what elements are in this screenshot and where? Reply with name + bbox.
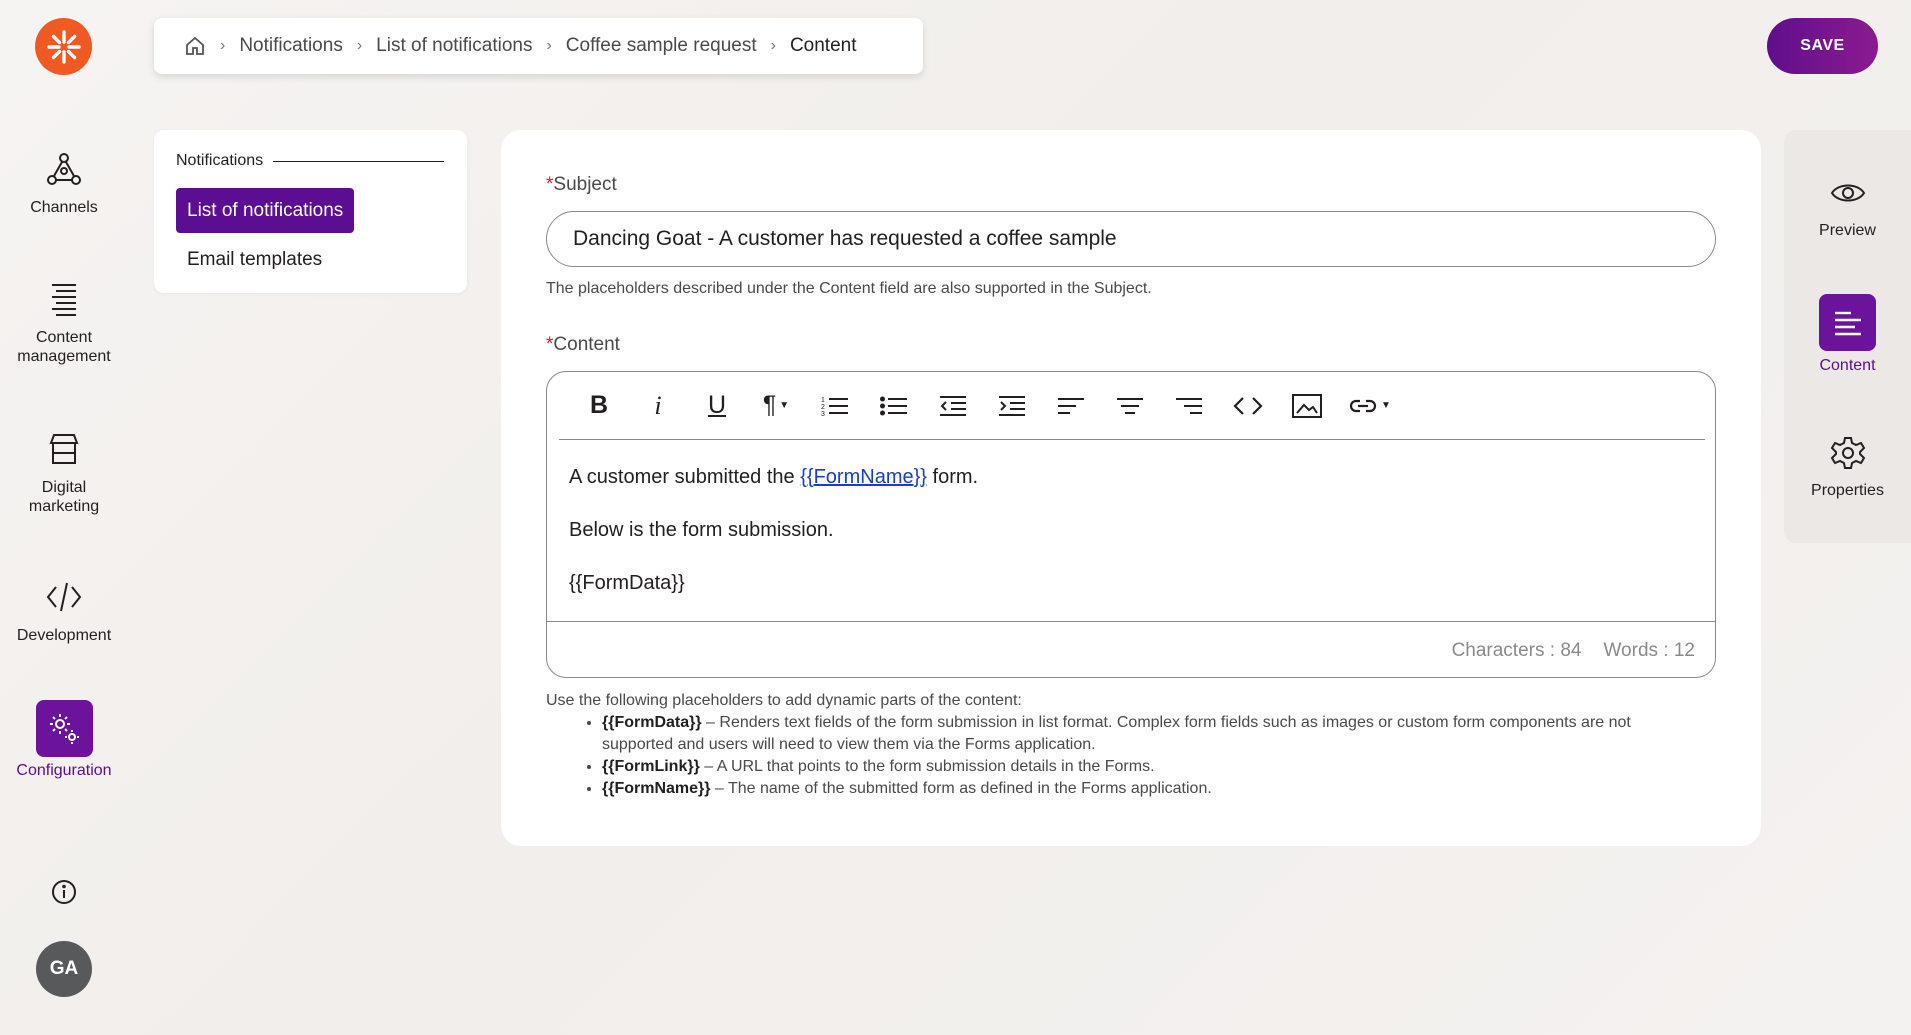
rail-label: Content [1819,357,1876,374]
chevron-right-icon: › [356,37,363,54]
content-management-icon [43,278,85,320]
word-count: Words : 12 [1603,639,1695,661]
subject-input[interactable] [546,211,1716,267]
nav-label: Configuration [16,762,112,779]
align-center-icon[interactable] [1112,388,1148,424]
content-label: *Content [546,334,620,356]
indent-icon[interactable] [994,388,1030,424]
subject-label-text: Subject [553,174,617,195]
align-right-icon[interactable] [1171,388,1207,424]
help-token: {{FormLink}} [602,758,700,775]
insert-image-icon[interactable] [1289,388,1325,424]
nav-label: Development [16,627,112,644]
text-run: A customer submitted the [569,466,801,488]
paragraph-format-icon[interactable]: ¶ ▼ [758,388,794,424]
editor-paragraph: A customer submitted the {{FormName}} fo… [569,465,978,489]
help-text: – Renders text fields of the form submis… [602,714,1631,753]
help-intro: Use the following placeholders to add dy… [546,692,1022,709]
help-text: – A URL that points to the form submissi… [699,758,1155,775]
italic-icon[interactable]: i [640,388,676,424]
submenu-heading: Notifications [176,152,444,170]
submenu-heading-label: Notifications [176,152,264,169]
configuration-icon [35,700,93,757]
eye-icon [1827,172,1869,214]
svg-text:3: 3 [821,411,825,418]
outdent-icon[interactable] [935,388,971,424]
nav-label: Channels [30,199,98,216]
help-list: {{FormData}} – Renders text fields of th… [602,712,1696,800]
rich-text-editor: B i U ¶ ▼ 123 ▼ A customer submitted the… [546,371,1716,678]
rail-item-properties[interactable]: Properties [1784,432,1911,500]
content-panel: *Subject The placeholders described unde… [501,130,1761,846]
nav-item-content-management[interactable]: Content management [0,278,128,366]
breadcrumb-coffee-sample-request[interactable]: Coffee sample request [566,35,757,57]
gear-icon [1827,432,1869,474]
rail-item-preview[interactable]: Preview [1784,172,1911,240]
editor-toolbar: B i U ¶ ▼ 123 ▼ [559,372,1705,440]
breadcrumb-list-of-notifications[interactable]: List of notifications [376,35,532,57]
breadcrumb-notifications[interactable]: Notifications [239,35,343,57]
info-icon[interactable] [50,878,78,906]
chevron-right-icon: › [770,37,776,54]
text-run: form. [926,466,979,488]
help-token: {{FormData}} [602,714,702,731]
nav-label: Digital marketing [28,479,100,515]
save-button[interactable]: SAVE [1767,18,1878,74]
rail-item-content[interactable]: Content [1784,294,1911,375]
help-token: {{FormName}} [602,780,711,797]
nav-item-digital-marketing[interactable]: Digital marketing [0,428,128,516]
subject-hint: The placeholders described under the Con… [546,280,1152,297]
right-rail: Preview Content Properties [1784,130,1911,543]
chevron-right-icon: › [220,37,226,54]
subject-label: *Subject [546,174,617,196]
submenu-item-email-templates[interactable]: Email templates [187,249,322,271]
insert-link-icon[interactable]: ▼ [1348,388,1391,424]
svg-text:1: 1 [821,397,825,404]
chevron-right-icon: › [546,37,552,54]
ordered-list-icon[interactable]: 123 [817,388,853,424]
placeholder-link[interactable]: {{FormName}} [800,466,927,488]
breadcrumb: › Notifications › List of notifications … [154,18,923,74]
rail-label: Preview [1819,222,1876,239]
underline-icon[interactable]: U [699,388,735,424]
user-avatar[interactable]: GA [36,941,92,997]
kentico-logo-icon[interactable] [35,18,92,75]
list-item: {{FormData}} – Renders text fields of th… [602,712,1696,756]
content-label-text: Content [553,334,620,355]
channels-icon [43,148,85,190]
align-left-icon[interactable] [1053,388,1089,424]
nav-label: Content management [17,329,111,365]
nav-item-channels[interactable]: Channels [0,148,128,217]
svg-text:2: 2 [821,404,825,411]
list-item: {{FormLink}} – A URL that points to the … [602,756,1696,778]
digital-marketing-icon [43,428,85,470]
help-text: – The name of the submitted form as defi… [710,780,1212,797]
submenu-item-list-of-notifications[interactable]: List of notifications [176,188,355,233]
code-view-icon[interactable] [1230,388,1266,424]
content-icon [1819,294,1876,351]
character-count: Characters : 84 [1451,639,1582,661]
code-icon [43,576,85,618]
editor-counter: Characters : 84 Words : 12 [547,621,1715,677]
editor-paragraph: Below is the form submission. [569,519,834,541]
editor-paragraph: {{FormData}} [569,572,685,594]
list-item: {{FormName}} – The name of the submitted… [602,778,1696,800]
nav-item-development[interactable]: Development [0,576,128,645]
rail-label: Properties [1811,482,1884,499]
divider [273,160,444,162]
editor-content[interactable]: A customer submitted the {{FormName}} fo… [569,465,978,624]
unordered-list-icon[interactable] [876,388,912,424]
home-icon[interactable] [184,35,206,57]
bold-icon[interactable]: B [581,388,617,424]
nav-item-configuration[interactable]: Configuration [0,700,128,780]
placeholder-help: Use the following placeholders to add dy… [546,690,1696,800]
breadcrumb-content: Content [789,35,857,56]
